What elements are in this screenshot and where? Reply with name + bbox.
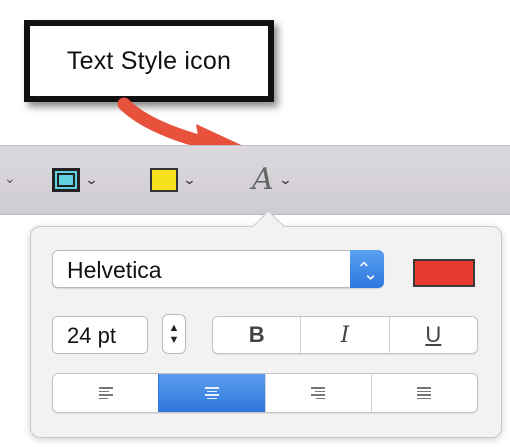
- chevron-down-icon: ⌄: [182, 172, 197, 187]
- shape-style-button[interactable]: ⌄: [52, 146, 99, 214]
- format-toolbar: ⌄ ⌄ ⌄ A ⌄: [0, 145, 510, 215]
- font-style-segmented-control: B I U: [212, 316, 478, 354]
- chevron-down-icon[interactable]: ⌄: [4, 170, 16, 187]
- font-size-stepper[interactable]: ▲ ▼: [162, 314, 186, 354]
- font-color-well[interactable]: [413, 259, 475, 287]
- select-stepper-icon[interactable]: ⌃ ⌃: [350, 250, 384, 288]
- align-center-icon: [204, 387, 219, 399]
- font-family-value: Helvetica: [67, 257, 162, 283]
- align-justify-icon: [417, 387, 432, 399]
- chevron-down-icon: ⌄: [84, 172, 99, 187]
- chevron-down-icon: ⌄: [278, 172, 293, 187]
- chevron-up-icon[interactable]: ▲: [169, 322, 180, 334]
- text-style-icon: A: [252, 162, 274, 197]
- text-style-button[interactable]: A ⌄: [252, 146, 293, 214]
- align-left-button[interactable]: [53, 374, 158, 412]
- chevron-down-icon[interactable]: ▼: [169, 334, 180, 346]
- fill-color-icon: [150, 168, 178, 192]
- popover-pointer: [252, 210, 285, 243]
- annotation-callout: Text Style icon: [24, 20, 274, 102]
- shape-style-icon: [52, 168, 80, 192]
- align-left-icon: [98, 387, 113, 399]
- align-center-button[interactable]: [158, 374, 265, 412]
- font-family-select[interactable]: Helvetica ⌃ ⌃: [52, 250, 384, 288]
- callout-label: Text Style icon: [66, 46, 232, 75]
- alignment-segmented-control: [52, 373, 478, 413]
- bold-button[interactable]: B: [213, 317, 300, 353]
- fill-color-button[interactable]: ⌄: [150, 146, 197, 214]
- italic-button[interactable]: I: [300, 317, 388, 353]
- align-justify-button[interactable]: [370, 374, 477, 412]
- align-right-button[interactable]: [264, 374, 371, 412]
- align-right-icon: [311, 387, 326, 399]
- font-size-field[interactable]: 24 pt: [52, 316, 148, 354]
- underline-button[interactable]: U: [388, 317, 477, 353]
